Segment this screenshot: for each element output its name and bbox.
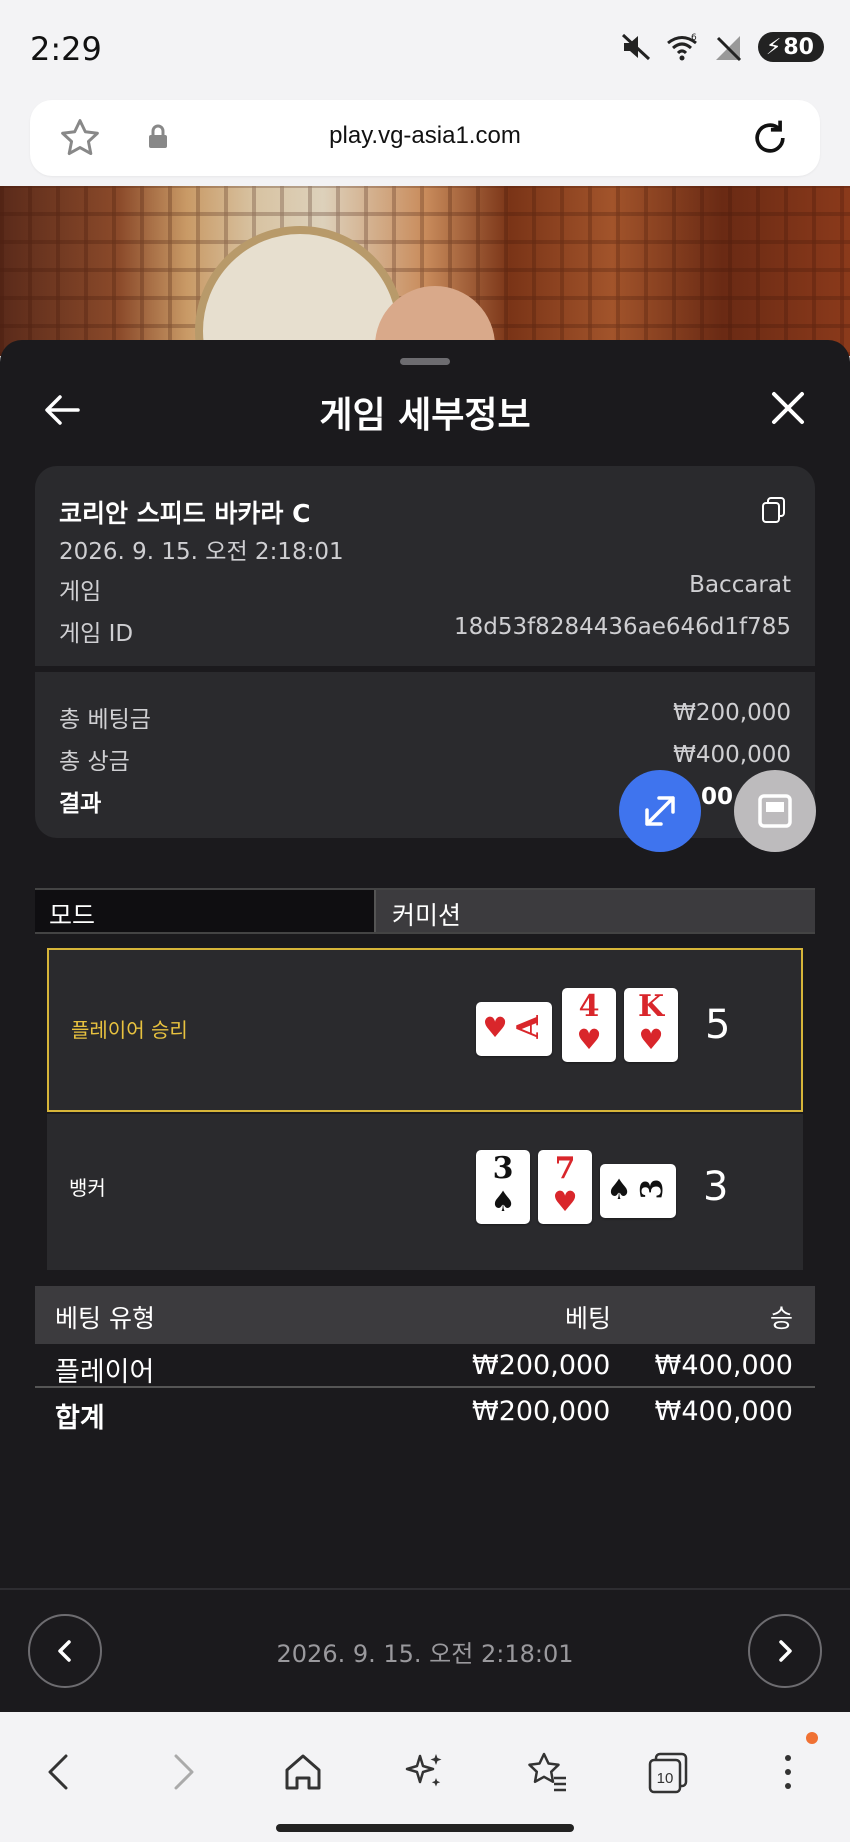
game-info-card: 코리안 스피드 바카라 C 2026. 9. 15. 오전 2:18:01 게임…: [35, 466, 815, 666]
total-bet-amount: ₩200,000: [472, 1396, 611, 1427]
url-bar[interactable]: play.vg-asia1.com: [30, 100, 820, 176]
tabs-count: 10: [657, 1770, 674, 1787]
expand-icon: [645, 796, 675, 826]
win-amount-header: 승: [769, 1304, 793, 1333]
reload-icon[interactable]: [748, 116, 792, 160]
game-value: Baccarat: [689, 572, 791, 598]
battery-indicator: ⚡ 80: [757, 32, 824, 62]
round-datetime: 2026. 9. 15. 오전 2:18:01: [276, 1640, 574, 1668]
player-hand: 플레이어 승리 ♥ A 4 ♥ K ♥ 5: [47, 948, 803, 1112]
game-details-sheet: 게임 세부정보 코리안 스피드 바카라 C 2026. 9. 15. 오전 2:…: [0, 340, 850, 1712]
status-time: 2:29: [30, 30, 102, 68]
notification-dot: [806, 1732, 818, 1744]
banker-hand: 뱅커 3 ♠ 7 ♥ ♠ 3 3: [47, 1114, 803, 1270]
card-rank: K: [637, 989, 665, 1024]
mode-label: 모드: [35, 890, 374, 932]
bookmarks-icon[interactable]: [522, 1748, 570, 1796]
result-label: 결과: [59, 791, 102, 817]
total-payout-label: 총 상금: [59, 749, 130, 775]
commission-label: 커미션: [374, 890, 815, 932]
card-rank: 4: [578, 989, 600, 1024]
home-icon[interactable]: [279, 1748, 327, 1796]
card-suit: ♠: [490, 1185, 516, 1218]
card-suit: ♥: [552, 1185, 578, 1218]
picture-in-picture-button[interactable]: [734, 770, 816, 852]
browser-back-icon[interactable]: [36, 1748, 84, 1796]
banker-hand-label: 뱅커: [69, 1176, 106, 1200]
next-round-button[interactable]: [748, 1614, 822, 1688]
browser-forward-icon[interactable]: [158, 1748, 206, 1796]
card-suit: ♥: [576, 1023, 602, 1056]
card-rank: A: [511, 1015, 546, 1039]
bet-type-header: 베팅 유형: [55, 1304, 155, 1333]
game-name: 코리안 스피드 바카라 C: [59, 499, 311, 528]
screen: 2:29 6 ⚡ 80 play.vg-asia1.com 게임 세부정보 코리…: [0, 0, 850, 1842]
win-amount: ₩400,000: [654, 1350, 793, 1381]
total-bet-value: ₩200,000: [673, 700, 791, 726]
playing-card: 4 ♥: [562, 988, 616, 1062]
status-icons: 6 ⚡ 80: [620, 32, 824, 62]
battery-level: 80: [783, 34, 814, 60]
playing-card: K ♥: [624, 988, 678, 1062]
player-score: 5: [705, 1002, 731, 1048]
card-suit: ♥: [482, 1011, 508, 1044]
player-hand-label: 플레이어 승리: [71, 1018, 188, 1042]
chevron-right-icon: [779, 1640, 792, 1662]
game-id-value: 18d53f8284436ae646d1f785: [453, 614, 791, 640]
card-rank: 7: [554, 1151, 576, 1186]
game-row: 게임 Baccarat: [59, 572, 791, 605]
wifi-badge: 6: [691, 33, 697, 43]
sheet-title: 게임 세부정보: [319, 395, 531, 436]
card-rank: 3: [492, 1151, 514, 1186]
browser-bottom-bar: 10: [0, 1712, 850, 1842]
mode-row: 모드 커미션: [35, 888, 815, 934]
bet-type: 플레이어: [55, 1357, 155, 1388]
card-suit: ♠: [606, 1173, 632, 1206]
ai-sparkle-icon[interactable]: [400, 1748, 448, 1796]
bet-amount-header: 베팅: [565, 1304, 612, 1333]
url-text[interactable]: play.vg-asia1.com: [30, 122, 820, 150]
table-row: 플레이어 ₩200,000 ₩400,000: [35, 1344, 815, 1388]
game-label: 게임: [59, 579, 102, 605]
close-icon[interactable]: [766, 386, 810, 430]
picture-in-picture-icon: [758, 794, 792, 828]
card-suit: ♥: [638, 1023, 664, 1056]
tabs-button[interactable]: 10: [644, 1748, 692, 1796]
playing-card: ♥ A: [476, 1002, 552, 1056]
total-bet-row: 총 베팅금 ₩200,000: [59, 700, 791, 733]
round-navigation: 2026. 9. 15. 오전 2:18:01: [0, 1588, 850, 1712]
more-options-icon[interactable]: [766, 1748, 814, 1796]
banker-score: 3: [703, 1164, 729, 1210]
playing-card: 7 ♥: [538, 1150, 592, 1224]
playing-card: 3 ♠: [476, 1150, 530, 1224]
expand-button[interactable]: [619, 770, 701, 852]
mute-icon: [621, 33, 650, 61]
signal-off-icon: [715, 36, 741, 62]
total-payout-value: ₩400,000: [673, 742, 791, 768]
card-rank: 3: [635, 1178, 670, 1200]
game-datetime: 2026. 9. 15. 오전 2:18:01: [59, 539, 344, 565]
game-id-row: 게임 ID 18d53f8284436ae646d1f785: [59, 614, 791, 647]
total-win-amount: ₩400,000: [654, 1396, 793, 1427]
bet-amount: ₩200,000: [472, 1350, 611, 1381]
home-indicator[interactable]: [276, 1824, 574, 1832]
game-id-label: 게임 ID: [59, 621, 134, 647]
copy-icon[interactable]: [761, 496, 787, 524]
total-label: 합계: [55, 1403, 105, 1434]
playing-card: ♠ 3: [600, 1164, 676, 1218]
sheet-drag-handle[interactable]: [400, 358, 450, 365]
tabs-icon: 10: [648, 1752, 688, 1794]
live-video-background: [0, 186, 850, 356]
charging-icon: ⚡: [765, 34, 782, 60]
total-bet-label: 총 베팅금: [59, 707, 151, 733]
wifi-icon: 6: [666, 33, 697, 61]
status-bar: 2:29 6 ⚡ 80: [0, 0, 850, 96]
bet-table-header: 베팅 유형 베팅 승: [35, 1286, 815, 1344]
total-row: 합계 ₩200,000 ₩400,000: [35, 1390, 815, 1434]
result-value: 00: [700, 784, 733, 810]
